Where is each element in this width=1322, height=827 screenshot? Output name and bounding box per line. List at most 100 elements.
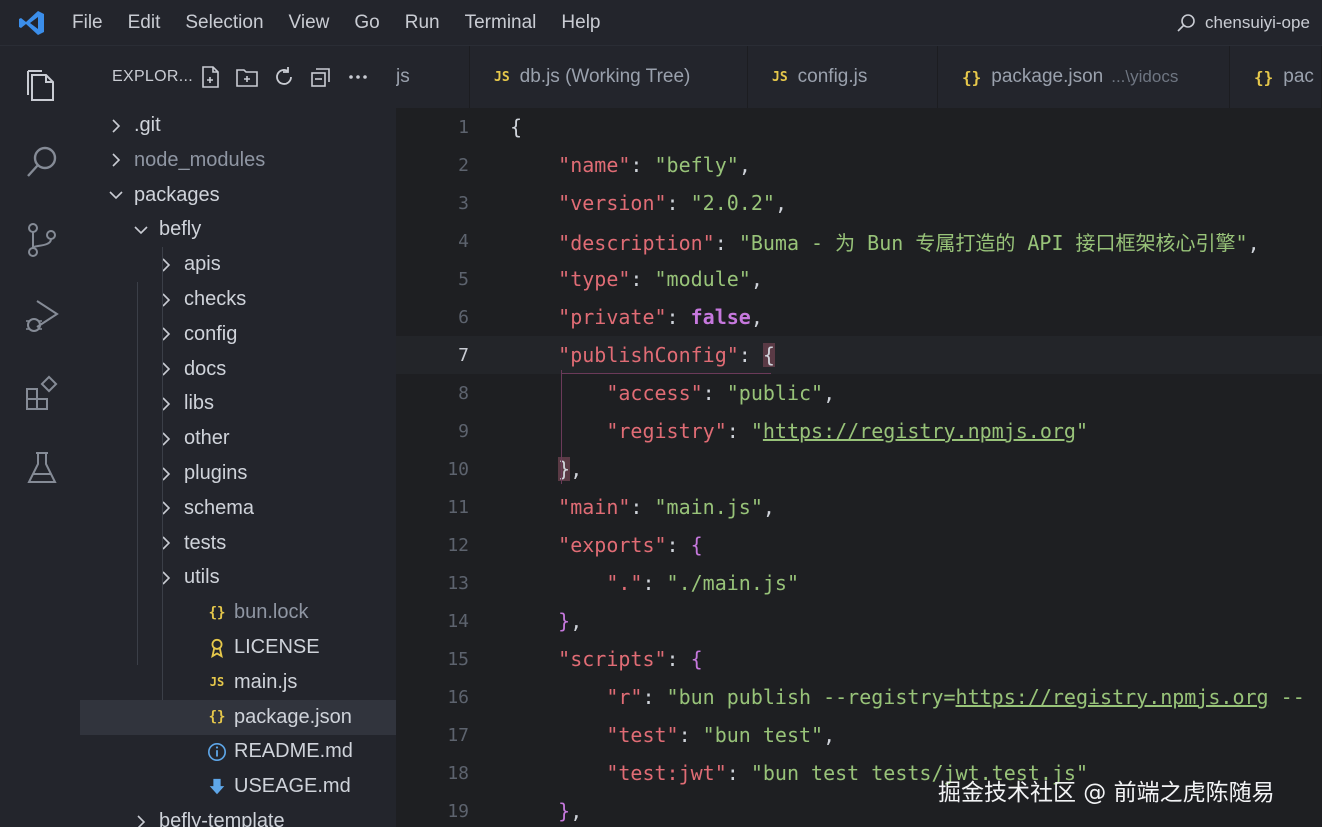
more-icon[interactable]	[344, 63, 372, 91]
search-icon[interactable]	[22, 142, 62, 182]
code-token: https://registry.npmjs.org	[955, 685, 1269, 709]
menu-item-help[interactable]: Help	[561, 12, 600, 34]
tree-file-useage-md[interactable]: USEAGE.md	[80, 769, 396, 804]
editor-tab[interactable]: JS db.js (Working Tree)	[470, 46, 748, 108]
tree-folder-libs[interactable]: libs	[80, 386, 396, 421]
code-editor[interactable]: 1{2 "name": "befly", 3 "version": "2.0.2"…	[396, 108, 1322, 827]
code-token: --	[1268, 685, 1305, 709]
tree-folder-befly[interactable]: befly	[80, 212, 396, 247]
tree-folder-befly-template[interactable]: befly-template	[80, 804, 396, 827]
tree-folder-node-modules[interactable]: node_modules	[80, 143, 396, 178]
code-line[interactable]: 15 "scripts": {	[396, 640, 1322, 678]
tree-folder-checks[interactable]: checks	[80, 282, 396, 317]
editor-tab[interactable]: {} pac	[1230, 46, 1322, 108]
markdown-download-icon	[206, 776, 228, 798]
menu-item-selection[interactable]: Selection	[185, 12, 263, 34]
code-line[interactable]: 5 "type": "module",	[396, 260, 1322, 298]
code-token: "access"	[606, 381, 703, 405]
code-line[interactable]: 3 "version": "2.0.2",	[396, 184, 1322, 222]
source-control-icon[interactable]	[22, 220, 62, 260]
code-token: "main.js"	[654, 495, 763, 519]
tab-path: ...\yidocs	[1111, 67, 1179, 86]
tree-folder-schema[interactable]: schema	[80, 491, 396, 526]
code-token: "test:jwt"	[606, 761, 727, 785]
code-line[interactable]: 16 "r": "bun publish --registry=https://…	[396, 678, 1322, 716]
code-token: ,	[570, 457, 583, 481]
extensions-icon[interactable]	[22, 374, 62, 414]
activity-bar	[0, 46, 80, 827]
tree-file-readme-md[interactable]: README.md	[80, 734, 396, 769]
code-token: :	[678, 723, 703, 747]
tree-file-package-json[interactable]: {} package.json	[80, 699, 396, 735]
tree-folder-packages[interactable]: packages	[80, 178, 396, 213]
tree-file-license[interactable]: LICENSE	[80, 630, 396, 665]
tree-folder-other[interactable]: other	[80, 421, 396, 456]
tree-file-main-js[interactable]: JS main.js	[80, 665, 396, 700]
chevron-right-icon	[158, 396, 174, 412]
chevron-down-icon	[108, 187, 124, 203]
code-line[interactable]: 2 "name": "befly",	[396, 146, 1322, 184]
tree-folder-utils[interactable]: utils	[80, 560, 396, 595]
code-text: "r": "bun publish --registry=https://reg…	[510, 685, 1305, 709]
collapse-all-icon[interactable]	[307, 63, 335, 91]
tree-folder-tests[interactable]: tests	[80, 526, 396, 561]
explorer-icon[interactable]	[22, 66, 62, 106]
new-file-icon[interactable]	[196, 63, 224, 91]
chevron-down-icon	[133, 222, 149, 238]
line-number: 16	[447, 686, 469, 708]
line-number: 7	[458, 344, 469, 366]
menu-item-edit[interactable]: Edit	[128, 12, 161, 34]
code-line[interactable]: 11 "main": "main.js",	[396, 488, 1322, 526]
run-debug-icon[interactable]	[22, 296, 62, 336]
menu-item-terminal[interactable]: Terminal	[465, 12, 537, 34]
code-text: "publishConfig": {	[510, 343, 775, 367]
editor-tab[interactable]: {} package.json ...\yidocs	[938, 46, 1230, 108]
code-line[interactable]: 12 "exports": {	[396, 526, 1322, 564]
editor-tab[interactable]: JS config.js	[748, 46, 938, 108]
code-line[interactable]: 1{	[396, 108, 1322, 146]
code-token: "exports"	[558, 533, 667, 557]
code-token: ,	[750, 267, 763, 291]
json-file-icon: {}	[962, 67, 982, 87]
code-line[interactable]: 8 "access": "public",	[396, 374, 1322, 412]
explorer-title: EXPLOR...	[112, 68, 193, 85]
tree-folder-config[interactable]: config	[80, 317, 396, 352]
code-token: ,	[750, 305, 763, 329]
tree-folder-apis[interactable]: apis	[80, 247, 396, 282]
menu-item-run[interactable]: Run	[405, 12, 440, 34]
line-number: 17	[447, 724, 469, 746]
command-center[interactable]: chensuiyi-ope	[1176, 9, 1310, 37]
code-token: :	[630, 495, 655, 519]
code-token: "module"	[654, 267, 751, 291]
code-line[interactable]: 14 },	[396, 602, 1322, 640]
tree-file-bun-lock[interactable]: {} bun.lock	[80, 595, 396, 630]
editor-tab[interactable]: js	[396, 46, 470, 108]
code-line[interactable]: 10 },	[396, 450, 1322, 488]
vscode-logo-icon[interactable]	[18, 9, 46, 37]
code-line[interactable]: 13 ".": "./main.js"	[396, 564, 1322, 602]
new-folder-icon[interactable]	[233, 63, 261, 91]
testing-icon[interactable]	[22, 448, 62, 488]
code-line[interactable]: 7 "publishConfig": {	[396, 336, 1322, 374]
tree-folder-docs[interactable]: docs	[80, 352, 396, 387]
code-line[interactable]: 6 "private": false,	[396, 298, 1322, 336]
menu-item-go[interactable]: Go	[354, 12, 379, 34]
json-file-icon: {}	[208, 604, 226, 621]
tree-folder-plugins[interactable]: plugins	[80, 456, 396, 491]
refresh-icon[interactable]	[270, 63, 298, 91]
code-token: }	[558, 457, 571, 481]
tree-folder-git[interactable]: .git	[80, 108, 396, 143]
menu-item-view[interactable]: View	[289, 12, 330, 34]
code-text: "scripts": {	[510, 647, 703, 671]
code-line[interactable]: 4 "description": "Buma - 为 Bun 专属打造的 API…	[396, 222, 1322, 260]
code-line[interactable]: 17 "test": "bun test",	[396, 716, 1322, 754]
menu-item-file[interactable]: File	[72, 12, 103, 34]
code-line[interactable]: 9 "registry": "https://registry.npmjs.or…	[396, 412, 1322, 450]
tree-label: schema	[184, 496, 255, 519]
